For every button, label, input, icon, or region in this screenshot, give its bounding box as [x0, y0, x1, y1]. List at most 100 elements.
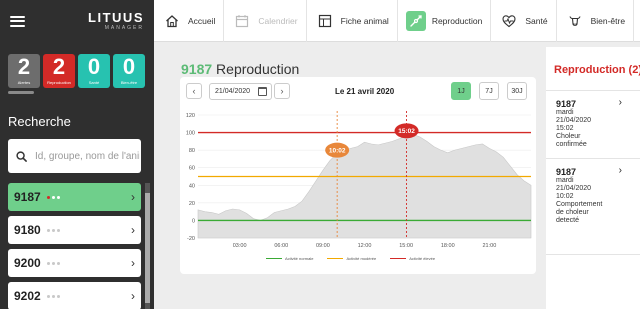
y-tick-label: 80 [189, 148, 195, 154]
animal-id: 9202 [14, 289, 41, 303]
x-tick-label: 03:00 [233, 243, 247, 249]
nav-label: Santé [525, 16, 548, 26]
search-input[interactable] [35, 150, 140, 162]
nav-label: Bien-être [590, 16, 626, 26]
alert-description: confirmée [556, 141, 587, 148]
status-dots [46, 228, 60, 232]
page-title: 9187 Reproduction [181, 61, 299, 77]
animal-id: 9200 [14, 256, 41, 270]
legend-label: Activité normale [285, 256, 314, 261]
counter-label: Reproduction [47, 80, 71, 85]
list-item[interactable]: 9180 › [8, 216, 141, 244]
alert-description: Comportement [556, 201, 603, 208]
scrollbar-thumb[interactable] [145, 193, 150, 303]
chevron-right-icon: › [618, 165, 622, 176]
reproduction-icon [405, 11, 426, 31]
y-tick-label: 120 [186, 113, 195, 119]
alert-date: 21/04/2020 [556, 117, 592, 124]
list-item[interactable]: 9187 › [8, 183, 141, 211]
counter-label: Bien-être [120, 80, 138, 85]
alert-description: Choleur [556, 133, 581, 140]
animal-id: 9187 [14, 190, 41, 204]
nav-fiche-animal[interactable]: Fiche animal [307, 0, 398, 42]
alert-item[interactable]: 9187 mardi 21/04/2020 15:02 Choleur conf… [546, 91, 640, 159]
alert-time: 10:02 [556, 193, 574, 200]
counter-label: Santé [88, 80, 100, 85]
legend-item-moderee: Activité modérée [327, 256, 376, 261]
nav-sante[interactable]: Santé [491, 0, 557, 42]
nav-label: Calendrier [258, 16, 298, 26]
counter-value: 2 [17, 54, 31, 79]
logo-sub: MANAGER [104, 25, 144, 31]
event-marker-label: 10:02 [329, 147, 346, 154]
chevron-right-icon: › [131, 223, 135, 237]
nav-bien-etre[interactable]: Bien-être [557, 0, 635, 42]
health-icon [499, 11, 519, 31]
alert-day: mardi [556, 109, 574, 116]
nav-label: Reproduction [431, 16, 483, 26]
list-scrollbar[interactable] [145, 183, 150, 309]
status-dots [46, 195, 60, 199]
counter-value: 0 [87, 54, 101, 79]
x-tick-label: 18:00 [441, 243, 455, 249]
y-tick-label: -20 [187, 236, 195, 242]
alert-description: de choleur [556, 209, 589, 216]
animal-list: 9187 › 9180 › 9200 › 9202 › [8, 183, 141, 309]
calendar-icon [232, 11, 252, 31]
nav-label: Fiche animal [340, 16, 389, 26]
alert-description: detecté [556, 217, 579, 224]
animal-id: 9180 [14, 223, 41, 237]
nav-calendrier[interactable]: Calendrier [224, 0, 307, 42]
animal-card-icon [315, 11, 335, 31]
cow-icon [565, 11, 585, 31]
counter-sante[interactable]: 0 Santé [78, 54, 110, 88]
y-tick-label: 100 [186, 131, 195, 137]
status-dots [46, 294, 60, 298]
x-tick-label: 06:00 [274, 243, 288, 249]
page-title-section: Reproduction [216, 61, 300, 77]
y-tick-label: 0 [192, 218, 195, 224]
chevron-right-icon: › [131, 190, 135, 204]
counter-value: 2 [52, 54, 66, 79]
x-tick-label: 21:00 [482, 243, 496, 249]
menu-icon[interactable] [10, 15, 25, 27]
counter-selected-indicator [8, 91, 34, 94]
chevron-right-icon: › [131, 289, 135, 303]
counter-value: 0 [122, 54, 136, 79]
alert-date: 21/04/2020 [556, 185, 592, 192]
alert-counters: 2 Alertes 2 Reproduction 0 Santé 0 Bien-… [0, 42, 154, 88]
status-dots [46, 261, 60, 265]
alerts-panel-title: Reproduction (2) [546, 47, 640, 91]
chevron-right-icon: › [618, 97, 622, 108]
y-tick-label: 40 [189, 183, 195, 189]
nav-reproduction[interactable]: Reproduction [398, 0, 492, 42]
event-marker-label: 15:02 [398, 128, 415, 135]
chevron-right-icon: › [131, 256, 135, 270]
alert-time: 15:02 [556, 125, 574, 132]
x-tick-label: 12:00 [358, 243, 372, 249]
counter-label: Alertes [17, 80, 31, 85]
alert-item[interactable]: 9187 mardi 21/04/2020 10:02 Comportement… [546, 159, 640, 255]
chart-legend: Activité normale Activité modérée Activi… [266, 256, 435, 261]
list-item[interactable]: 9200 › [8, 249, 141, 277]
home-icon [162, 11, 182, 31]
nav-label: Accueil [188, 16, 216, 26]
search-box[interactable] [8, 139, 141, 173]
counter-bien-etre[interactable]: 0 Bien-être [113, 54, 145, 88]
legend-item-normale: Activité normale [266, 256, 313, 261]
chart-card: ‹ 21/04/2020 › Le 21 avril 2020 1J 7J 30… [180, 77, 536, 274]
counter-alertes[interactable]: 2 Alertes [8, 54, 40, 88]
legend-label: Activité élevée [409, 256, 436, 261]
x-tick-label: 15:00 [399, 243, 413, 249]
page-title-animal-id: 9187 [181, 61, 213, 77]
counter-reproduction[interactable]: 2 Reproduction [43, 54, 75, 88]
legend-label: Activité modérée [346, 256, 377, 261]
x-tick-label: 09:00 [316, 243, 330, 249]
list-item[interactable]: 9202 › [8, 282, 141, 309]
logo: LITUUS MANAGER [88, 11, 144, 31]
search-title: Recherche [8, 114, 71, 129]
legend-item-elevee: Activité élevée [390, 256, 435, 261]
nav-accueil[interactable]: Accueil [154, 0, 225, 42]
search-icon [16, 150, 27, 162]
alerts-panel: Reproduction (2) 9187 mardi 21/04/2020 1… [546, 47, 640, 309]
